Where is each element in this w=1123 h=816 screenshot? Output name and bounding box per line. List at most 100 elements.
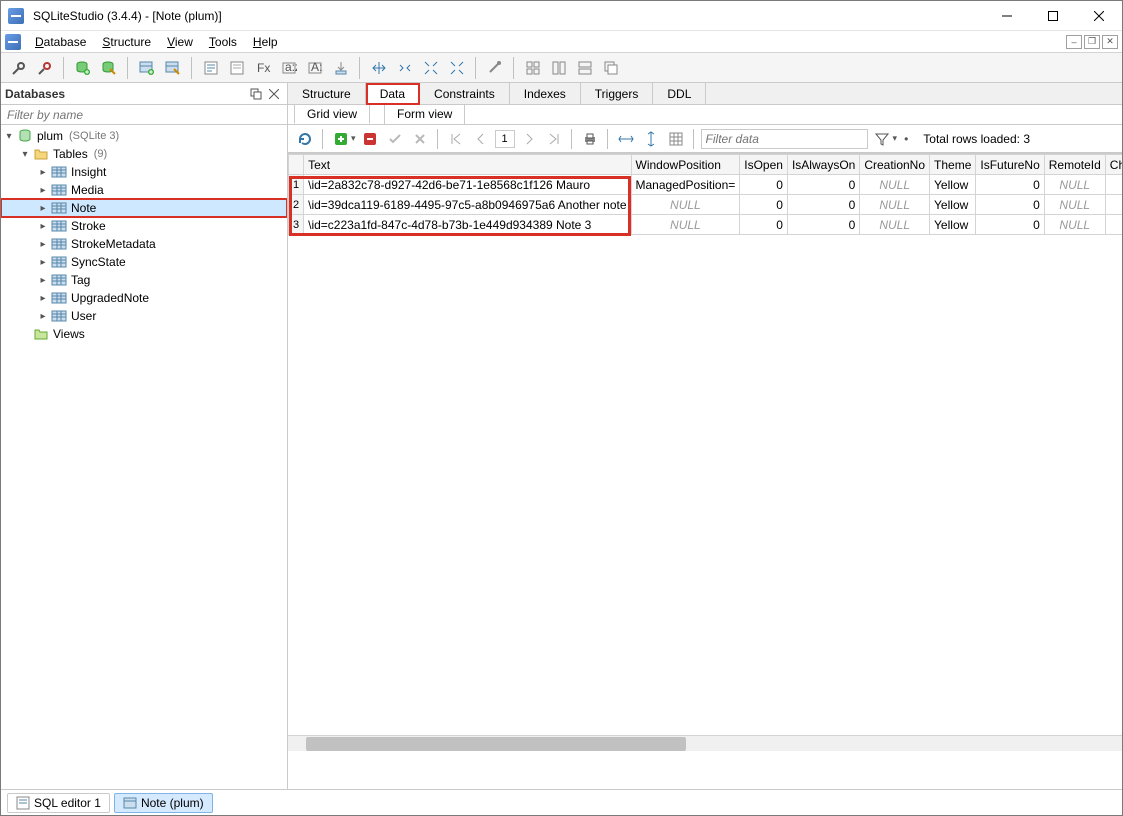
grid-config-icon[interactable]: [665, 128, 687, 150]
refresh-icon[interactable]: [294, 128, 316, 150]
function-icon[interactable]: Fx: [251, 56, 275, 80]
statusbar-sql-editor-tab[interactable]: SQL editor 1: [7, 793, 110, 813]
collapse-icon[interactable]: [393, 56, 417, 80]
connect-icon[interactable]: [7, 56, 31, 80]
cell[interactable]: Yellow: [930, 195, 976, 215]
tree-tables-node[interactable]: ▾ Tables (9): [1, 145, 287, 163]
subwindow-restore-button[interactable]: ❐: [1084, 35, 1100, 49]
expander-icon[interactable]: ▸: [37, 274, 49, 286]
menu-database[interactable]: Database: [27, 33, 94, 51]
edit-table-icon[interactable]: [161, 56, 185, 80]
cell[interactable]: 0: [740, 175, 788, 195]
expand-icon[interactable]: [367, 56, 391, 80]
column-header[interactable]: CreationNo: [860, 155, 930, 175]
tile-horizontal-icon[interactable]: [547, 56, 571, 80]
add-db-icon[interactable]: [71, 56, 95, 80]
expander-icon[interactable]: ▾: [3, 130, 15, 142]
rollback-icon[interactable]: [409, 128, 431, 150]
statusbar-note-tab[interactable]: Note (plum): [114, 793, 213, 813]
tab-triggers[interactable]: Triggers: [581, 83, 654, 104]
tree-table-media[interactable]: ▸Media: [1, 181, 287, 199]
panel-close-icon[interactable]: [265, 85, 283, 103]
expander-icon[interactable]: ▾: [19, 148, 31, 160]
column-header[interactable]: Ch: [1105, 155, 1122, 175]
cell[interactable]: 0: [740, 215, 788, 235]
add-table-icon[interactable]: [135, 56, 159, 80]
tree-table-insight[interactable]: ▸Insight: [1, 163, 287, 181]
edit-db-icon[interactable]: [97, 56, 121, 80]
cell[interactable]: NULL: [1044, 175, 1105, 195]
data-grid[interactable]: TextWindowPositionIsOpenIsAlwaysOnCreati…: [288, 153, 1122, 789]
cell[interactable]: [1105, 195, 1122, 215]
new-icon[interactable]: [225, 56, 249, 80]
fit-columns-icon[interactable]: [615, 128, 637, 150]
expander-icon[interactable]: ▸: [37, 220, 49, 232]
import-icon[interactable]: [329, 56, 353, 80]
cell[interactable]: 0: [976, 195, 1044, 215]
tree-views-node[interactable]: ▸ Views: [1, 325, 287, 343]
first-page-icon[interactable]: [445, 128, 467, 150]
prev-page-icon[interactable]: [470, 128, 492, 150]
subwindow-minimize-button[interactable]: –: [1066, 35, 1082, 49]
sql-editor-icon[interactable]: [199, 56, 223, 80]
filter-data-input[interactable]: [701, 129, 868, 149]
cell[interactable]: 0: [976, 175, 1044, 195]
cascade-icon[interactable]: [599, 56, 623, 80]
menu-tools[interactable]: Tools: [201, 33, 245, 51]
tab-ddl[interactable]: DDL: [653, 83, 706, 104]
fit-rows-icon[interactable]: [640, 128, 662, 150]
dropdown-caret-icon[interactable]: ▾: [893, 133, 898, 144]
tree-table-syncstate[interactable]: ▸SyncState: [1, 253, 287, 271]
cell[interactable]: 0: [976, 215, 1044, 235]
last-page-icon[interactable]: [543, 128, 565, 150]
expander-icon[interactable]: ▸: [37, 256, 49, 268]
collapse-all-icon[interactable]: [445, 56, 469, 80]
cell[interactable]: \id=c223a1fd-847c-4d78-b73b-1e449d934389…: [304, 215, 631, 235]
tree-table-strokemetadata[interactable]: ▸StrokeMetadata: [1, 235, 287, 253]
expander-icon[interactable]: ▸: [37, 292, 49, 304]
horizontal-scrollbar[interactable]: [288, 735, 1122, 751]
disconnect-icon[interactable]: [33, 56, 57, 80]
expander-icon[interactable]: ▸: [37, 166, 49, 178]
expander-icon[interactable]: ▸: [37, 184, 49, 196]
cell[interactable]: [1105, 215, 1122, 235]
column-header[interactable]: Theme: [930, 155, 976, 175]
cell[interactable]: NULL: [860, 195, 930, 215]
expander-icon[interactable]: ▸: [37, 202, 49, 214]
menu-help[interactable]: Help: [245, 33, 286, 51]
cell[interactable]: Yellow: [930, 175, 976, 195]
cell[interactable]: NULL: [631, 195, 740, 215]
table-row[interactable]: 1\id=2a832c78-d927-42d6-be71-1e8568c1f12…: [289, 175, 1123, 195]
tree-table-user[interactable]: ▸User: [1, 307, 287, 325]
cell[interactable]: NULL: [860, 215, 930, 235]
cell[interactable]: 0: [787, 215, 859, 235]
panel-float-icon[interactable]: [247, 85, 265, 103]
tile-icon[interactable]: [521, 56, 545, 80]
maximize-button[interactable]: [1030, 1, 1076, 31]
cell[interactable]: NULL: [631, 215, 740, 235]
cell[interactable]: \id=2a832c78-d927-42d6-be71-1e8568c1f126…: [304, 175, 631, 195]
cell[interactable]: 0: [787, 175, 859, 195]
menu-view[interactable]: View: [159, 33, 201, 51]
tree-table-upgradednote[interactable]: ▸UpgradedNote: [1, 289, 287, 307]
column-header[interactable]: Text: [304, 155, 631, 175]
delete-row-icon[interactable]: [359, 128, 381, 150]
tab-data[interactable]: Data: [366, 83, 420, 105]
tree-table-stroke[interactable]: ▸Stroke: [1, 217, 287, 235]
print-icon[interactable]: [579, 128, 601, 150]
tree-table-tag[interactable]: ▸Tag: [1, 271, 287, 289]
cell[interactable]: ManagedPosition=: [631, 175, 740, 195]
menu-structure[interactable]: Structure: [94, 33, 159, 51]
dropdown-caret-icon[interactable]: ▾: [351, 133, 356, 144]
cell[interactable]: NULL: [1044, 195, 1105, 215]
tab-constraints[interactable]: Constraints: [420, 83, 510, 104]
subtab-form-view[interactable]: Form view: [384, 105, 465, 124]
column-header[interactable]: IsOpen: [740, 155, 788, 175]
column-header[interactable]: IsFutureNo: [976, 155, 1044, 175]
add-row-icon[interactable]: [330, 128, 352, 150]
close-button[interactable]: [1076, 1, 1122, 31]
next-page-icon[interactable]: [518, 128, 540, 150]
tile-vertical-icon[interactable]: [573, 56, 597, 80]
tree-db-node[interactable]: ▾ plum (SQLite 3): [1, 127, 287, 145]
cell[interactable]: NULL: [1044, 215, 1105, 235]
